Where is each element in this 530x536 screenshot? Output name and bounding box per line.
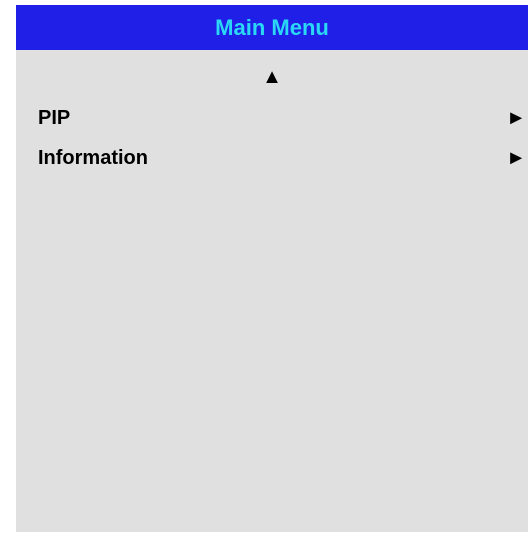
menu-item-pip[interactable]: PIP ►: [16, 102, 528, 134]
arrow-right-icon: ►: [506, 147, 526, 169]
menu-item-label: PIP: [38, 106, 71, 129]
scroll-up-icon[interactable]: ▲: [16, 65, 528, 89]
arrow-right-icon: ►: [506, 107, 526, 129]
menu-title: Main Menu: [16, 5, 528, 50]
main-menu-panel: Main Menu ▲ PIP ► Information ►: [16, 5, 528, 532]
menu-item-information[interactable]: Information ►: [16, 142, 528, 174]
menu-item-label: Information: [38, 146, 148, 169]
